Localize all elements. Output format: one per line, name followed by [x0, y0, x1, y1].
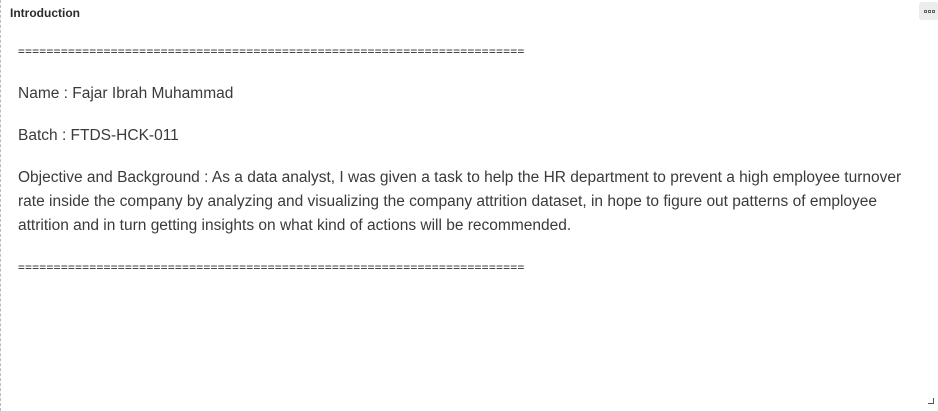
- objective-paragraph: Objective and Background : As a data ana…: [18, 169, 902, 234]
- cell-header: Introduction: [1, 0, 938, 26]
- separator-line-bottom: ========================================…: [18, 261, 525, 274]
- notebook-text-cell[interactable]: Introduction ===========================…: [0, 0, 938, 411]
- batch-line: Batch : FTDS-HCK-011: [18, 127, 179, 144]
- cell-content: ========================================…: [18, 40, 928, 280]
- cell-title: Introduction: [10, 6, 80, 20]
- more-options-button[interactable]: [919, 2, 938, 20]
- name-line: Name : Fajar Ibrah Muhammad: [18, 85, 234, 102]
- more-options-icon: [923, 9, 935, 13]
- resize-handle-icon[interactable]: [928, 398, 934, 404]
- separator-line-top: ========================================…: [18, 45, 525, 58]
